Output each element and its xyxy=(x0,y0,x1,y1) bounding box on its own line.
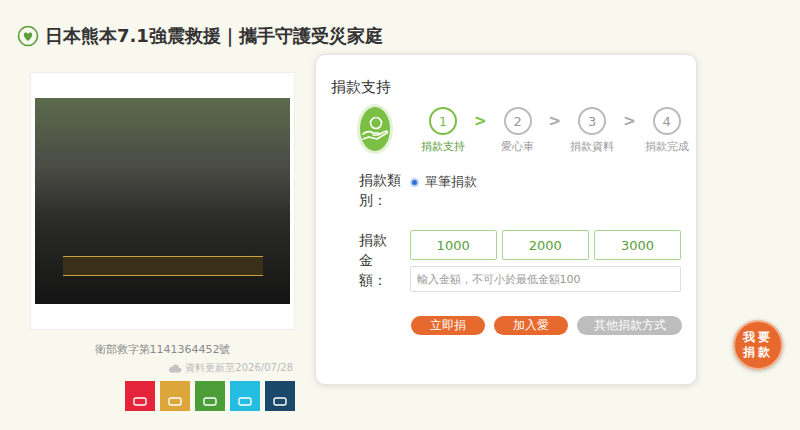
step-number: 3 xyxy=(578,107,606,135)
donation-card: 捐款支持 1 捐款支持 >2 愛心車 >3 捐款資料 >4 捐款完成捐款類別： 單筆捐款捐款金額：… xyxy=(315,54,697,385)
step-label: 捐款資料 xyxy=(570,140,614,154)
float-donate-button[interactable]: 我要捐款 xyxy=(733,320,783,370)
steps-row: 1捐款支持>2愛心車>3捐款資料>4捐款完成 xyxy=(331,107,681,154)
step-separator: > xyxy=(623,107,636,135)
amount-button[interactable]: 3000 xyxy=(594,230,681,260)
donate-hand-icon xyxy=(360,107,390,151)
action-button[interactable]: 加入愛 xyxy=(494,316,568,335)
step-label: 捐款完成 xyxy=(645,140,689,154)
license-number: 衛部救字第1141364452號 xyxy=(95,342,231,358)
step-item: 3 捐款資料 xyxy=(567,107,617,154)
banner-image xyxy=(35,98,290,304)
amount-label: 捐款金額： xyxy=(359,230,401,290)
action-buttons: 立即捐加入愛其他捐款方式 xyxy=(331,316,681,335)
type-label: 捐款類別： xyxy=(359,170,401,210)
step-label: 愛心車 xyxy=(501,140,534,154)
campaign-column: 衛部救字第1141364452號資料更新至2026/07/28 xyxy=(30,49,295,411)
amount-button[interactable]: 1000 xyxy=(410,230,497,260)
radio-dot[interactable] xyxy=(410,178,419,187)
amount-input[interactable] xyxy=(410,266,681,292)
page-header: 日本熊本7.1強震救援｜攜手守護受災家庭 xyxy=(0,0,800,49)
step-item: 2 愛心車 xyxy=(493,107,543,154)
step-number: 1 xyxy=(429,107,457,135)
step-list: 1 捐款支持 >2 愛心車 >3 捐款資料 >4 捐款完成 xyxy=(418,107,692,154)
action-button[interactable]: 立即捐 xyxy=(411,316,485,335)
sdg-icon[interactable] xyxy=(125,381,155,411)
step-number: 2 xyxy=(504,107,532,135)
amount-row: 捐款金額： 100020003000 xyxy=(331,230,681,292)
step-separator: > xyxy=(474,107,487,135)
amount-buttons: 100020003000 xyxy=(410,230,681,260)
banner-frame xyxy=(30,72,295,330)
step-separator: > xyxy=(549,107,562,135)
type-row: 捐款類別： 單筆捐款 xyxy=(331,170,681,210)
amount-options: 100020003000 xyxy=(410,230,681,292)
page-title: 日本熊本7.1強震救援｜攜手守護受災家庭 xyxy=(45,23,383,49)
sdg-list xyxy=(125,381,295,411)
step-item: 4 捐款完成 xyxy=(642,107,692,154)
heart-leaf-icon xyxy=(17,25,39,47)
update-date: 資料更新至2026/07/28 xyxy=(168,361,295,375)
step-label: 捐款支持 xyxy=(421,140,465,154)
sdg-symbol-icon xyxy=(167,395,183,407)
main-content: 衛部救字第1141364452號資料更新至2026/07/28捐款支持1捐款支持… xyxy=(0,49,800,411)
sdg-icon[interactable] xyxy=(160,381,190,411)
sdg-icon[interactable] xyxy=(195,381,225,411)
type-radio[interactable]: 單筆捐款 xyxy=(410,173,477,191)
sdg-icon[interactable] xyxy=(265,381,295,411)
step-item: 1 捐款支持 xyxy=(418,107,468,154)
card-title: 捐款支持 xyxy=(331,77,681,97)
sdg-icon[interactable] xyxy=(230,381,260,411)
sdg-symbol-icon xyxy=(272,395,288,407)
step-number: 4 xyxy=(653,107,681,135)
cloud-icon xyxy=(168,363,182,373)
type-options: 單筆捐款 xyxy=(410,170,477,192)
banner-band xyxy=(63,256,263,276)
donation-page: 日本熊本7.1強震救援｜攜手守護受災家庭衛部救字第1141364452號資料更新… xyxy=(0,0,800,430)
sdg-symbol-icon xyxy=(202,395,218,407)
sdg-symbol-icon xyxy=(237,395,253,407)
sdg-symbol-icon xyxy=(132,395,148,407)
action-button[interactable]: 其他捐款方式 xyxy=(577,316,682,335)
amount-button[interactable]: 2000 xyxy=(502,230,589,260)
